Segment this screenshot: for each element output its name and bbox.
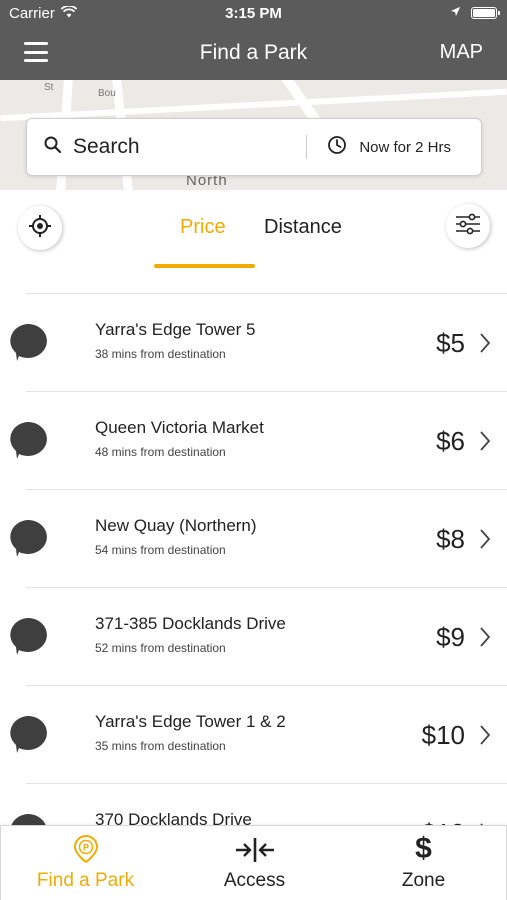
tab-zone[interactable]: $ Zone bbox=[339, 826, 507, 900]
chevron-right-icon bbox=[479, 332, 491, 359]
tab-price[interactable]: Price bbox=[180, 216, 226, 239]
location-arrow-icon bbox=[450, 4, 461, 21]
item-price: $10 bbox=[421, 720, 465, 750]
map-street-label: Bou bbox=[98, 88, 116, 99]
list-item[interactable]: Queen Victoria Market 48 mins from desti… bbox=[10, 391, 507, 489]
search-card: Search Now for 2 Hrs bbox=[26, 118, 482, 176]
map-pin-icon bbox=[6, 420, 48, 465]
list-item[interactable]: Yarra's Edge Tower 1 & 2 35 mins from de… bbox=[10, 685, 507, 783]
nav-bar: Find a Park MAP bbox=[0, 27, 507, 80]
list-item[interactable]: New Quay (Northern) 54 mins from destina… bbox=[10, 489, 507, 587]
map-pin-icon bbox=[6, 322, 48, 367]
item-subtitle: 38 mins from destination bbox=[95, 347, 226, 361]
list-item[interactable]: 371-385 Docklands Drive 52 mins from des… bbox=[10, 587, 507, 685]
tab-find-a-park[interactable]: P Find a Park bbox=[1, 826, 170, 900]
tab-access-label: Access bbox=[223, 870, 286, 891]
time-selector[interactable]: Now for 2 Hrs bbox=[307, 119, 481, 175]
tab-access[interactable]: Access bbox=[170, 826, 339, 900]
status-right bbox=[450, 4, 500, 21]
active-tab-indicator bbox=[154, 264, 255, 268]
time-label: Now for 2 Hrs bbox=[359, 138, 451, 156]
access-icon bbox=[234, 826, 276, 864]
parking-pin-icon: P bbox=[72, 826, 100, 864]
tab-zone-label: Zone bbox=[401, 870, 446, 891]
item-price: $5 bbox=[436, 328, 465, 358]
item-subtitle: 54 mins from destination bbox=[95, 543, 226, 557]
map-pin-icon bbox=[6, 518, 48, 563]
chevron-right-icon bbox=[479, 724, 491, 751]
item-price: $9 bbox=[436, 622, 465, 652]
battery-icon bbox=[471, 6, 500, 19]
map-pin-icon bbox=[6, 616, 48, 661]
search-icon bbox=[43, 135, 63, 160]
filter-icon bbox=[455, 213, 481, 240]
status-time: 3:15 PM bbox=[225, 5, 282, 22]
map-street-label: St bbox=[44, 82, 54, 93]
chevron-right-icon bbox=[479, 430, 491, 457]
chevron-right-icon bbox=[479, 528, 491, 555]
item-price: $8 bbox=[436, 524, 465, 554]
item-name: Yarra's Edge Tower 1 & 2 bbox=[95, 712, 286, 731]
map-pin-icon bbox=[6, 714, 48, 759]
list-item[interactable]: Yarra's Edge Tower 5 38 mins from destin… bbox=[10, 293, 507, 391]
chevron-right-icon bbox=[479, 626, 491, 653]
filter-button[interactable] bbox=[446, 204, 490, 248]
search-field[interactable]: Search bbox=[27, 119, 306, 175]
page-title: Find a Park bbox=[199, 41, 308, 64]
dollar-icon: $ bbox=[415, 832, 432, 865]
tab-find-a-park-label: Find a Park bbox=[36, 870, 135, 891]
sort-bar: Price Distance bbox=[0, 190, 507, 294]
search-label: Search bbox=[73, 135, 140, 158]
clock-icon bbox=[327, 135, 347, 160]
item-name: Queen Victoria Market bbox=[95, 418, 264, 437]
item-subtitle: 52 mins from destination bbox=[95, 641, 226, 655]
bottom-tab-bar: P Find a Park Access $ Zone bbox=[0, 825, 507, 900]
locate-button[interactable] bbox=[18, 206, 62, 250]
status-bar: Carrier 3:15 PM bbox=[0, 0, 507, 27]
svg-text:P: P bbox=[82, 843, 88, 853]
tab-distance[interactable]: Distance bbox=[264, 216, 342, 239]
results-list: Yarra's Edge Tower 5 38 mins from destin… bbox=[0, 293, 507, 833]
item-name: 371-385 Docklands Drive bbox=[95, 614, 286, 633]
item-subtitle: 48 mins from destination bbox=[95, 445, 226, 459]
item-name: New Quay (Northern) bbox=[95, 516, 257, 535]
map-button[interactable]: MAP bbox=[440, 41, 483, 64]
item-price: $6 bbox=[436, 426, 465, 456]
item-subtitle: 35 mins from destination bbox=[95, 739, 226, 753]
item-name: Yarra's Edge Tower 5 bbox=[95, 320, 256, 339]
crosshair-icon bbox=[28, 214, 52, 243]
